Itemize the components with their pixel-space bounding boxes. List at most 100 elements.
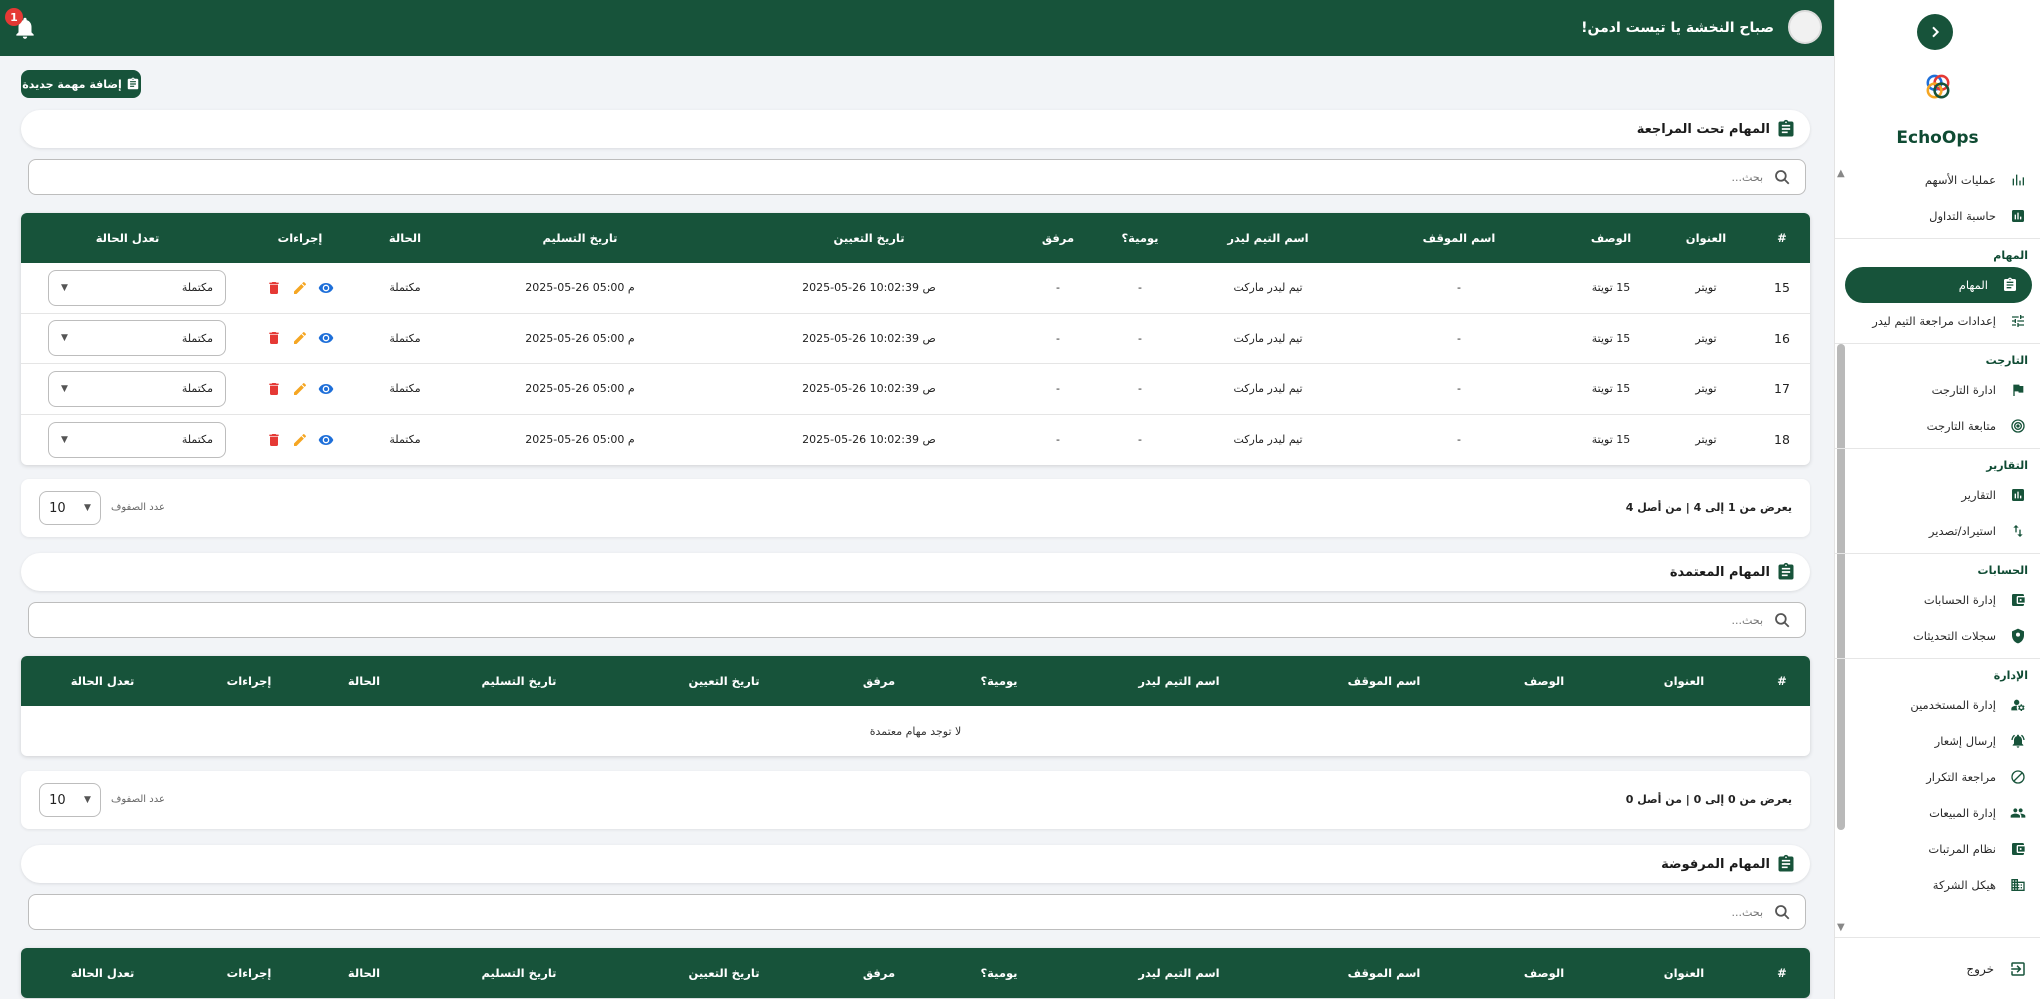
dropdown-arrow-icon: ▼	[83, 795, 91, 805]
sidebar-item-trading-calculator[interactable]: حاسبة التداول	[1835, 198, 2040, 234]
logo-icon	[1926, 74, 1949, 99]
sidebar-item-stocks[interactable]: عمليات الأسهم	[1835, 162, 2040, 198]
status-select[interactable]: مكتملة ▼	[48, 421, 226, 458]
pagination-info: يعرض من 1 إلى 4 | من أصل 4	[1625, 501, 1792, 514]
sidebar-section-target: التارجت	[1985, 354, 2028, 367]
view-icon[interactable]	[318, 381, 334, 397]
search-icon	[1773, 903, 1791, 921]
dropdown-arrow-icon: ▼	[61, 282, 68, 293]
user-settings-icon	[2008, 695, 2028, 715]
sidebar-section-tasks: المهام	[1993, 249, 2028, 262]
notification-badge: 1	[5, 8, 23, 26]
sidebar-toggle-button[interactable]	[1917, 14, 1953, 50]
clipboard-icon	[1776, 854, 1796, 874]
sidebar-item-accounts-management[interactable]: إدارة الحسابات	[1835, 582, 2040, 618]
target-icon	[2008, 416, 2028, 436]
import-export-icon	[2008, 521, 2028, 541]
sidebar-item-tasks[interactable]: المهام	[1845, 267, 2032, 303]
wallet-icon	[2008, 839, 2028, 859]
main-content: إضافة مهمة جديدة المهام تحت المراجعة # ا…	[0, 56, 1834, 999]
flag-icon	[2008, 380, 2028, 400]
rows-per-page-select[interactable]: 10 ▼	[39, 491, 101, 525]
sidebar-item-company-structure[interactable]: هيكل الشركة	[1835, 867, 2040, 903]
sidebar-item-send-notification[interactable]: إرسال إشعار	[1835, 723, 2040, 759]
top-header: صباح النخشة يا تيست ادمن! 1	[0, 0, 1834, 56]
sidebar-item-sales-management[interactable]: إدارة المبيعات	[1835, 795, 2040, 831]
table-header: # العنوان الوصف اسم الموقف اسم التيم ليد…	[21, 948, 1810, 998]
status-select[interactable]: مكتملة ▼	[48, 320, 226, 357]
chevron-right-icon	[1932, 26, 1940, 38]
sidebar-section-accounts: الحسابات	[1977, 564, 2028, 577]
block-icon	[2008, 767, 2028, 787]
logout-button[interactable]: خروج	[1835, 937, 2040, 999]
approved-pagination: يعرض من 0 إلى 0 | من أصل 0 عدد الصفوف 10…	[21, 771, 1810, 829]
empty-table-message: لا توجد مهام معتمدة	[869, 724, 962, 738]
clipboard-icon	[1776, 562, 1796, 582]
logout-icon	[2008, 959, 2028, 979]
brand-logo	[1835, 70, 2040, 108]
greeting-text: صباح النخشة يا تيست ادمن!	[1581, 20, 1774, 36]
sidebar-item-payroll[interactable]: نظام المرتبات	[1835, 831, 2040, 867]
approved-search-box	[28, 602, 1806, 638]
approved-search-input[interactable]	[63, 613, 1763, 627]
rejected-search-box	[28, 894, 1806, 930]
wallet-icon	[2008, 590, 2028, 610]
building-icon	[2008, 875, 2028, 895]
report-icon	[2008, 485, 2028, 505]
edit-icon[interactable]	[292, 280, 308, 296]
search-icon	[1773, 168, 1791, 186]
rejected-search-input[interactable]	[63, 905, 1763, 919]
review-search-input[interactable]	[63, 170, 1763, 184]
dropdown-arrow-icon: ▼	[61, 333, 68, 344]
sidebar-item-reports[interactable]: التقارير	[1835, 477, 2040, 513]
rows-per-page-label: عدد الصفوف	[111, 794, 165, 805]
sidebar-item-target-management[interactable]: ادارة التارجت	[1835, 372, 2040, 408]
sidebar-item-import-export[interactable]: استيراد/تصدير	[1835, 513, 2040, 549]
search-icon	[1773, 611, 1791, 629]
sidebar-item-users-management[interactable]: إدارة المستخدمين	[1835, 687, 2040, 723]
add-task-button[interactable]: إضافة مهمة جديدة	[21, 70, 141, 98]
pagination-info: يعرض من 0 إلى 0 | من أصل 0	[1625, 793, 1792, 806]
bar-chart-icon	[2008, 170, 2028, 190]
group-icon	[2008, 803, 2028, 823]
rejected-table: # العنوان الوصف اسم الموقف اسم التيم ليد…	[21, 948, 1810, 998]
sidebar-section-reports: التقارير	[1986, 459, 2028, 472]
review-table: # العنوان الوصف اسم الموقف اسم التيم ليد…	[21, 213, 1810, 465]
table-header: # العنوان الوصف اسم الموقف اسم التيم ليد…	[21, 213, 1810, 263]
sidebar-item-duplicate-review[interactable]: مراجعة التكرار	[1835, 759, 2040, 795]
table-header: # العنوان الوصف اسم الموقف اسم التيم ليد…	[21, 656, 1810, 706]
user-avatar[interactable]	[1788, 10, 1822, 44]
status-select[interactable]: مكتملة ▼	[48, 269, 226, 306]
dropdown-arrow-icon: ▼	[83, 503, 91, 513]
edit-icon[interactable]	[292, 330, 308, 346]
analytics-icon	[2008, 206, 2028, 226]
edit-icon[interactable]	[292, 432, 308, 448]
delete-icon[interactable]	[266, 330, 282, 346]
approved-section-header: المهام المعتمدة	[21, 553, 1810, 591]
edit-icon[interactable]	[292, 381, 308, 397]
sidebar-item-update-logs[interactable]: سجلات التحديثات	[1835, 618, 2040, 654]
view-icon[interactable]	[318, 432, 334, 448]
view-icon[interactable]	[318, 280, 334, 296]
sidebar: EchoOps ▲ ▼ عمليات الأسهم حاسبة التداول …	[1834, 0, 2040, 999]
brand-name: EchoOps	[1896, 128, 1979, 148]
sidebar-section-admin: الإدارة	[1993, 669, 2028, 682]
clipboard-icon	[126, 77, 140, 91]
review-pagination: يعرض من 1 إلى 4 | من أصل 4 عدد الصفوف 10…	[21, 479, 1810, 537]
table-row: 15 تويتر 15 تويتة - تيم ليدر ماركت - - 2…	[21, 263, 1810, 314]
dropdown-arrow-icon: ▼	[61, 383, 68, 394]
rows-per-page-label: عدد الصفوف	[111, 502, 165, 513]
sidebar-item-leader-review-settings[interactable]: إعدادات مراجعة التيم ليدر	[1835, 303, 2040, 339]
sidebar-item-target-tracking[interactable]: متابعة التارجت	[1835, 408, 2040, 444]
delete-icon[interactable]	[266, 280, 282, 296]
status-select[interactable]: مكتملة ▼	[48, 370, 226, 407]
rows-per-page-select[interactable]: 10 ▼	[39, 783, 101, 817]
dropdown-arrow-icon: ▼	[61, 434, 68, 445]
view-icon[interactable]	[318, 330, 334, 346]
sliders-icon	[2008, 311, 2028, 331]
rejected-section-header: المهام المرفوضة	[21, 845, 1810, 883]
delete-icon[interactable]	[266, 381, 282, 397]
delete-icon[interactable]	[266, 432, 282, 448]
clipboard-icon	[1776, 119, 1796, 139]
bell-ring-icon	[2008, 731, 2028, 751]
